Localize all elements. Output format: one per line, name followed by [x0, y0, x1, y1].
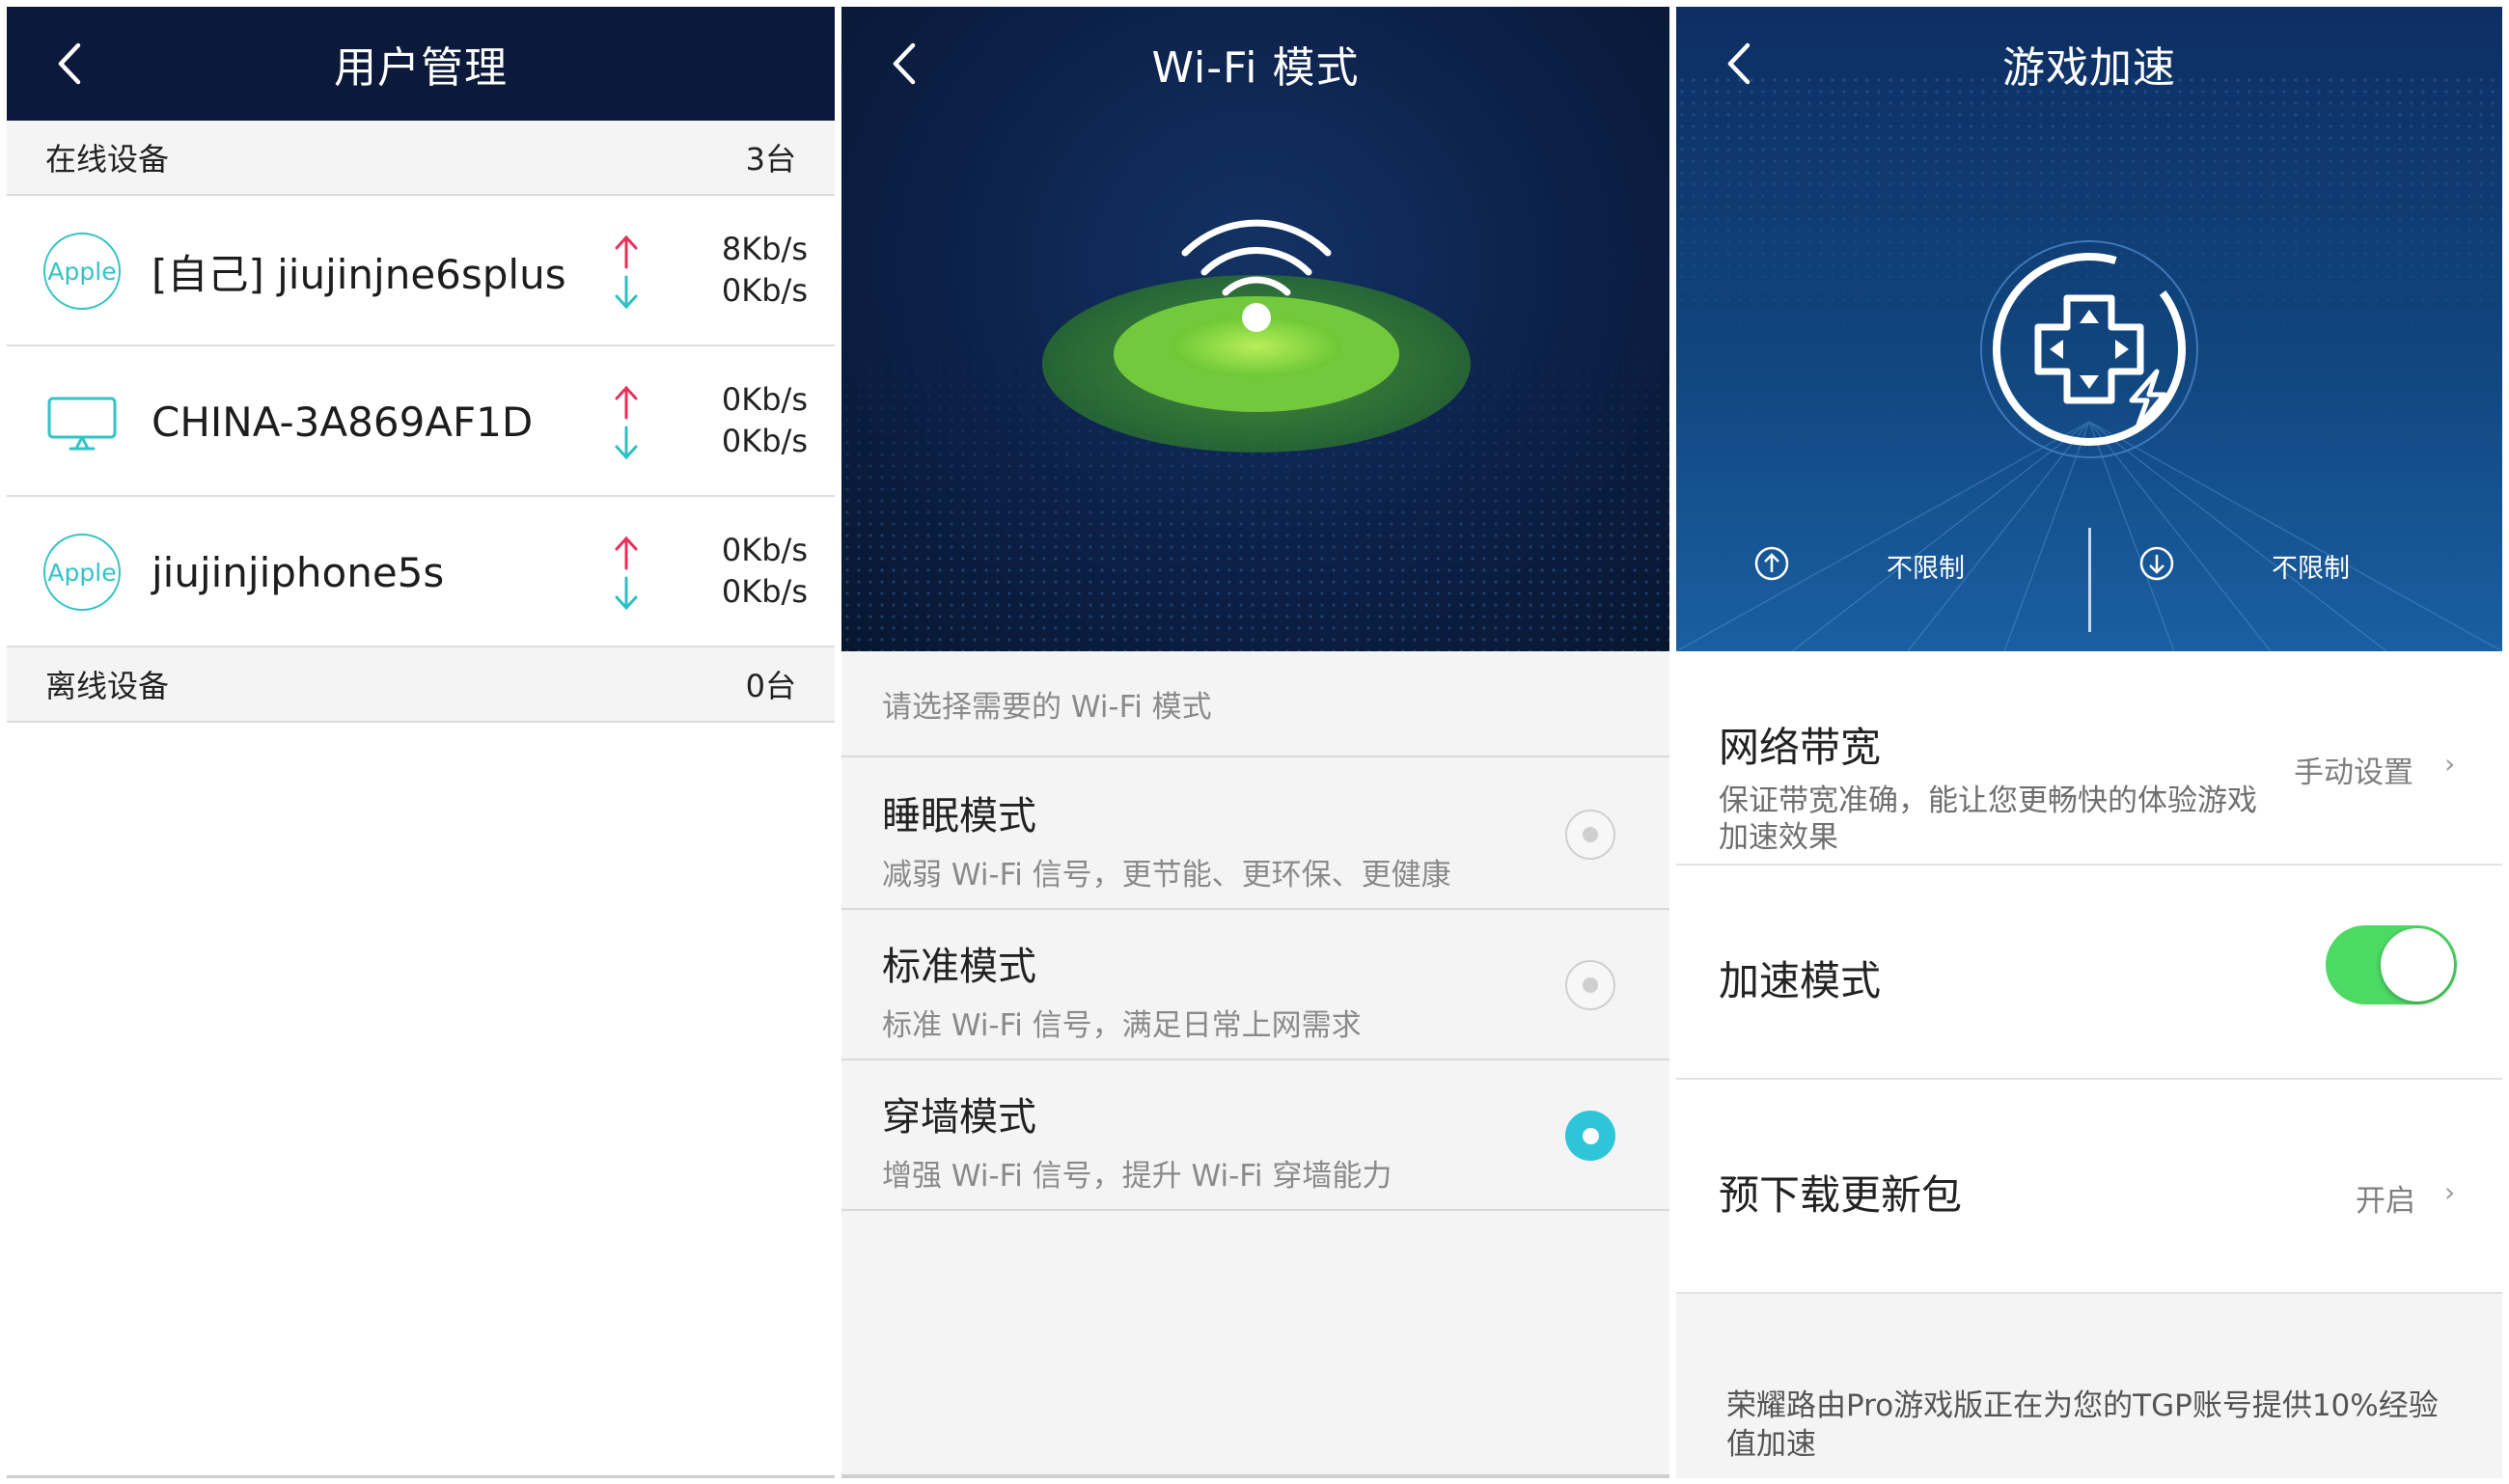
device-name: jiujinjiphone5s [152, 548, 445, 596]
predownload-row[interactable]: 预下载更新包 开启 › [1676, 1080, 2502, 1294]
apple-icon: Apple [43, 534, 121, 611]
device-name: [自己] jiujinjne6splus [152, 250, 566, 298]
hero-divider [2088, 528, 2091, 632]
download-limit: 不限制 [2272, 554, 2350, 584]
device-rates: 0Kb/s 0Kb/s [722, 530, 808, 613]
game-acceleration-screen: 不限制 不限制 游戏加速 网络带宽 保证带宽准确，能让您更畅快的体验游戏加速效果… [1676, 7, 2502, 1478]
apple-icon-text: Apple [43, 233, 121, 310]
offline-devices-label: 离线设备 [45, 668, 170, 704]
bandwidth-row[interactable]: 网络带宽 保证带宽准确，能让您更畅快的体验游戏加速效果 手动设置 › [1676, 651, 2502, 866]
acceleration-note-area: 荣耀路由Pro游戏版正在为您的TGP账号提供10%经验值加速 [1676, 1294, 2502, 1478]
offline-devices-header: 离线设备 0台 [7, 647, 835, 723]
bandwidth-label: 网络带宽 [1719, 724, 1882, 771]
device-name: CHINA-3A869AF1D [152, 398, 534, 446]
back-button[interactable] [880, 40, 928, 88]
bottom-divider [841, 1474, 1669, 1478]
online-devices-count: 3台 [745, 141, 796, 178]
radio-button[interactable] [1565, 810, 1615, 860]
traffic-arrows-icon [615, 234, 638, 310]
page-title: 用户管理 [334, 43, 508, 93]
wifi-mode-screen: Wi-Fi 模式 请选择需要的 Wi-Fi 模式 睡眠模式 减弱 Wi-Fi 信… [841, 7, 1669, 1478]
mode-option-standard[interactable]: 标准模式 标准 Wi-Fi 信号，满足日常上网需求 [841, 910, 1669, 1060]
chevron-right-icon: › [2444, 1176, 2456, 1208]
device-row[interactable]: CHINA-3A869AF1D 0Kb/s 0Kb/s [7, 346, 835, 497]
user-management-screen: 用户管理 在线设备 3台 Apple [自己] jiujinjne6splus … [7, 7, 835, 1478]
mode-description: 减弱 Wi-Fi 信号，更节能、更环保、更健康 [882, 858, 1451, 893]
upload-icon [1754, 546, 1789, 581]
apple-icon: Apple [43, 233, 121, 310]
monitor-icon [43, 383, 121, 460]
device-rates: 0Kb/s 0Kb/s [722, 379, 808, 462]
upload-rate: 0Kb/s [721, 532, 808, 568]
device-rates: 8Kb/s 0Kb/s [722, 229, 808, 312]
bandwidth-value: 手动设置 [2294, 756, 2413, 790]
download-rate: 0Kb/s [721, 423, 808, 459]
mode-name: 标准模式 [882, 945, 1036, 989]
traffic-arrows-icon [615, 536, 638, 611]
device-row[interactable]: Apple [自己] jiujinjne6splus 8Kb/s 0Kb/s [7, 196, 835, 346]
mode-option-wall-penetrate[interactable]: 穿墙模式 增强 Wi-Fi 信号，提升 Wi-Fi 穿墙能力 [841, 1060, 1669, 1211]
apple-icon-text: Apple [43, 534, 121, 611]
mode-option-sleep[interactable]: 睡眠模式 减弱 Wi-Fi 信号，更节能、更环保、更健康 [841, 759, 1669, 910]
mode-description: 标准 Wi-Fi 信号，满足日常上网需求 [882, 1008, 1362, 1043]
upload-rate: 8Kb/s [721, 231, 808, 267]
radio-button-selected[interactable] [1565, 1111, 1615, 1161]
back-button[interactable] [45, 40, 94, 88]
page-title: Wi-Fi 模式 [1151, 43, 1360, 93]
device-row[interactable]: Apple jiujinjiphone5s 0Kb/s 0Kb/s [7, 497, 835, 647]
download-rate: 0Kb/s [721, 573, 808, 610]
chevron-right-icon: › [2444, 748, 2456, 780]
back-chevron-icon [893, 42, 916, 85]
download-rate: 0Kb/s [721, 272, 808, 309]
acceleration-note: 荣耀路由Pro游戏版正在为您的TGP账号提供10%经验值加速 [1726, 1388, 2439, 1462]
page-title: 游戏加速 [2002, 43, 2176, 93]
header-bar: 用户管理 [7, 7, 835, 121]
download-icon [2139, 546, 2174, 581]
upload-limit: 不限制 [1887, 554, 1965, 584]
predownload-value: 开启 [2356, 1184, 2415, 1219]
toggle-knob [2381, 928, 2454, 1002]
bottom-divider [7, 1475, 835, 1478]
online-devices-label: 在线设备 [45, 141, 170, 178]
traffic-arrows-icon [615, 385, 638, 460]
mode-name: 睡眠模式 [882, 794, 1036, 838]
header-bar: Wi-Fi 模式 [841, 7, 1669, 121]
accel-mode-toggle[interactable] [2326, 925, 2457, 1004]
offline-devices-count: 0台 [745, 668, 796, 704]
mode-hint: 请选择需要的 Wi-Fi 模式 [841, 651, 1669, 757]
radio-button[interactable] [1565, 960, 1615, 1010]
bandwidth-description: 保证带宽准确，能让您更畅快的体验游戏加速效果 [1719, 783, 2257, 855]
mode-description: 增强 Wi-Fi 信号，提升 Wi-Fi 穿墙能力 [882, 1159, 1392, 1194]
mode-name: 穿墙模式 [882, 1095, 1036, 1140]
header-bar: 游戏加速 [1676, 7, 2502, 121]
accel-mode-row: 加速模式 [1676, 866, 2502, 1080]
back-button[interactable] [1715, 40, 1763, 88]
back-chevron-icon [1727, 42, 1751, 85]
accel-mode-label: 加速模式 [1719, 957, 1882, 1004]
predownload-label: 预下载更新包 [1719, 1171, 1963, 1219]
upload-rate: 0Kb/s [721, 381, 808, 418]
back-chevron-icon [58, 42, 81, 85]
online-devices-header: 在线设备 3台 [7, 121, 835, 196]
